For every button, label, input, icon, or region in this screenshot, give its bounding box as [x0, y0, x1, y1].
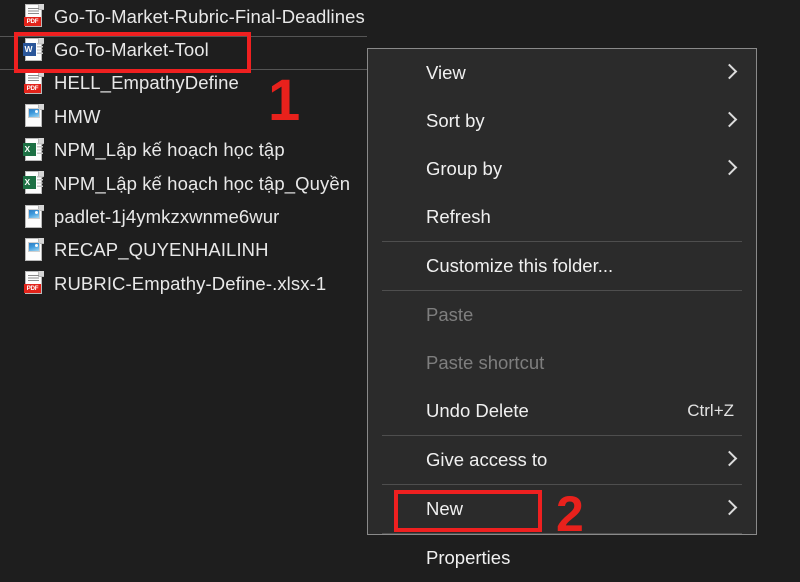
desktop-file-explorer-screen: PDF Go-To-Market-Rubric-Final-Deadlines W G… [0, 0, 800, 569]
file-name-label: HMW [54, 105, 101, 127]
file-pane-divider-bottom [0, 69, 367, 70]
context-menu-item-label: Group by [426, 158, 503, 179]
context-menu[interactable]: View Sort by Group by Refresh Customize this… [367, 48, 757, 568]
context-menu-item-label: Paste [426, 304, 474, 325]
context-menu-item-label: View [426, 62, 466, 83]
context-menu-item-label: Give access to [426, 449, 548, 470]
file-list-item[interactable]: W Go-To-Market-Tool [0, 33, 380, 66]
context-menu-item-shortcut: Ctrl+Z [687, 401, 734, 420]
pdf-file-icon: PDF [24, 4, 45, 29]
word-file-icon: W [23, 37, 45, 63]
file-pane-divider-top [0, 36, 367, 37]
file-list-item[interactable]: PDF RUBRIC-Empathy-Define-.xlsx-1 [0, 267, 380, 300]
file-name-label: RUBRIC-Empathy-Define-.xlsx-1 [54, 272, 327, 294]
excel-file-icon: X [23, 171, 45, 196]
context-menu-item-customize-this-folder[interactable]: Customize this folder... [368, 242, 756, 290]
context-menu-item-paste: Paste [368, 291, 756, 339]
pdf-file-icon: PDF [24, 271, 45, 296]
file-list-item[interactable]: PDF HELL_EmpathyDefine [0, 67, 380, 100]
context-menu-item-label: Sort by [426, 110, 485, 131]
annotation-step-1: 1 [268, 68, 301, 133]
file-name-label: Go-To-Market-Tool [54, 39, 209, 61]
annotation-step-2: 2 [556, 486, 584, 542]
file-list-item[interactable]: X NPM_Lập kế hoạch học tập [0, 134, 380, 167]
context-menu-item-view[interactable]: View [368, 49, 756, 97]
context-menu-item-label: Customize this folder... [426, 255, 614, 276]
image-file-icon [24, 104, 45, 129]
file-list-item[interactable]: PDF Go-To-Market-Rubric-Final-Deadlines [0, 0, 380, 33]
context-menu-item-label: Properties [426, 547, 511, 568]
context-menu-item-label: Undo Delete [426, 400, 529, 421]
context-menu-item-label: Paste shortcut [426, 352, 545, 373]
context-menu-item-group-by[interactable]: Group by [368, 145, 756, 193]
context-menu-item-label: Refresh [426, 206, 491, 227]
file-list-item[interactable]: X NPM_Lập kế hoạch học tập_Quyền [0, 167, 380, 200]
context-menu-item-sort-by[interactable]: Sort by [368, 97, 756, 145]
file-name-label: NPM_Lập kế hoạch học tập_Quyền [54, 172, 351, 194]
image-file-icon [24, 237, 45, 263]
chevron-right-icon [722, 113, 738, 129]
pdf-file-icon: PDF [24, 70, 45, 96]
context-menu-item-give-access-to[interactable]: Give access to [368, 436, 756, 484]
excel-file-icon: X [23, 137, 45, 163]
file-list-item[interactable]: HMW [0, 100, 380, 133]
file-name-label: padlet-1j4ymkzxwnme6wur [54, 206, 280, 228]
file-name-label: NPM_Lập kế hoạch học tập [54, 139, 285, 161]
context-menu-item-undo-delete[interactable]: Undo Delete Ctrl+Z [368, 387, 756, 435]
file-list-item[interactable]: padlet-1j4ymkzxwnme6wur [0, 200, 380, 233]
file-list[interactable]: PDF Go-To-Market-Rubric-Final-Deadlines W G… [0, 0, 380, 301]
file-name-label: HELL_EmpathyDefine [54, 72, 239, 94]
context-menu-item-refresh[interactable]: Refresh [368, 193, 756, 241]
context-menu-item-label: New [426, 498, 464, 519]
chevron-right-icon [722, 501, 738, 517]
file-name-label: Go-To-Market-Rubric-Final-Deadlines [54, 5, 365, 27]
chevron-right-icon [722, 161, 738, 177]
chevron-right-icon [722, 65, 738, 81]
file-list-item[interactable]: RECAP_QUYENHAILINH [0, 234, 380, 267]
image-file-icon [24, 204, 45, 230]
context-menu-item-paste-shortcut: Paste shortcut [368, 339, 756, 387]
chevron-right-icon [722, 452, 738, 468]
file-name-label: RECAP_QUYENHAILINH [54, 239, 269, 261]
